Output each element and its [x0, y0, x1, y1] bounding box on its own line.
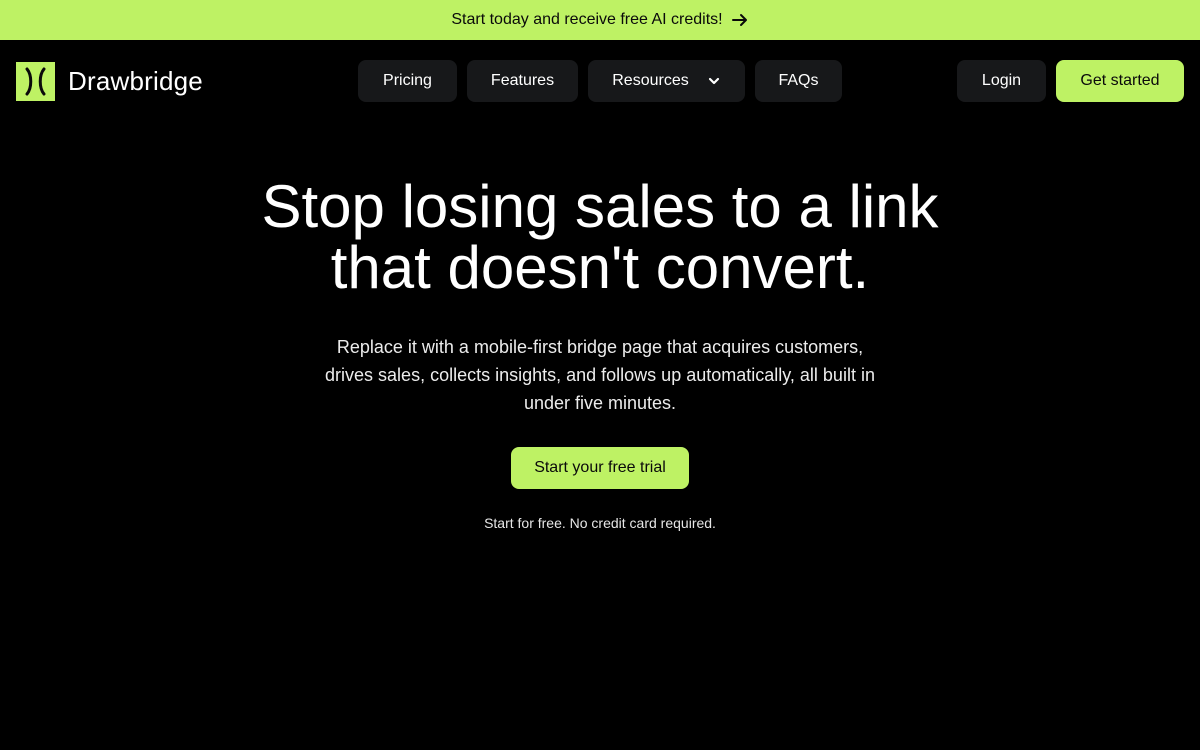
nav-item-resources[interactable]: Resources — [588, 60, 745, 102]
hero-subtitle: Replace it with a mobile-first bridge pa… — [325, 337, 875, 413]
brand-name: Drawbridge — [68, 65, 203, 96]
nav-item-label: Features — [490, 72, 555, 89]
nav-item-pricing[interactable]: Pricing — [358, 60, 457, 102]
announcement-text: Start today and receive free AI credits! — [451, 11, 723, 28]
login-button[interactable]: Login — [957, 60, 1046, 102]
cta-label: Start your free trial — [534, 459, 666, 476]
drawbridge-logo-icon — [16, 61, 55, 101]
arrow-right-icon — [731, 11, 749, 29]
hero-title-line-2: that doesn't convert. — [330, 234, 870, 301]
nav-item-label: FAQs — [778, 72, 819, 89]
get-started-button[interactable]: Get started — [1056, 60, 1184, 102]
no-credit-card-note: Start for free. No credit card required. — [484, 515, 716, 531]
main-nav: Drawbridge Pricing Features Resources FA… — [0, 40, 1200, 122]
nav-item-label: Resources — [612, 72, 689, 89]
get-started-label: Get started — [1080, 72, 1160, 89]
login-label: Login — [981, 72, 1022, 89]
nav-item-label: Pricing — [383, 72, 432, 89]
hero-title: Stop losing sales to a link that doesn't… — [0, 176, 1200, 298]
hero-title-line-1: Stop losing sales to a link — [261, 173, 939, 240]
nav-item-features[interactable]: Features — [467, 60, 578, 102]
brand-logo-link[interactable]: Drawbridge — [16, 61, 203, 101]
start-free-trial-button[interactable]: Start your free trial — [511, 447, 689, 489]
announcement-bar[interactable]: Start today and receive free AI credits! — [0, 0, 1200, 40]
nav-item-faqs[interactable]: FAQs — [755, 60, 842, 102]
chevron-down-icon — [707, 74, 721, 88]
